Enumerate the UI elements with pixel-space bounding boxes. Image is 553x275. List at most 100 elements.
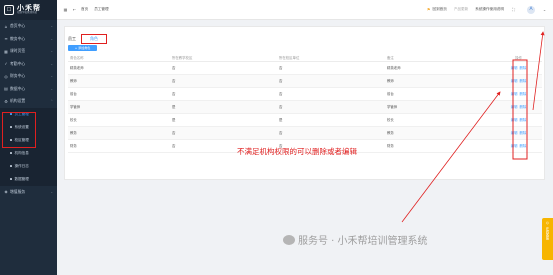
edit-link[interactable]: 编辑: [511, 79, 518, 83]
breadcrumb-current: 员工管理: [94, 7, 109, 11]
wechat-icon: [283, 234, 295, 245]
cell-remark: 财务: [385, 139, 495, 153]
sidebar-subitem-staff[interactable]: 员工管理: [0, 108, 57, 121]
sidebar-item-home[interactable]: ⌂ 首页中心 ⌄: [0, 20, 57, 33]
cell-remark: 前台: [385, 87, 495, 101]
tab-staff[interactable]: 员工: [68, 35, 76, 43]
chevron-down-icon: ⌄: [50, 74, 53, 79]
app-root: ☐ 小禾帮 培训学校管理系统 ⌂ 首页中心 ⌄ ≡ 教务中心 ⌄ ▦ 课时页签 ⌄ ✓ 考勤中…: [0, 0, 553, 275]
cell-actions: 编辑 删除: [495, 113, 542, 127]
edit-link[interactable]: 编辑: [511, 66, 518, 70]
sidebar-item-teaching[interactable]: ≡ 教务中心 ⌄: [0, 33, 57, 46]
cell-teaching-campus: 否: [170, 61, 277, 75]
cell-actions: 编辑 删除: [495, 61, 542, 75]
cell-role-name: 精英老师: [68, 61, 170, 75]
cell-teaching-campus: 是: [170, 113, 277, 127]
cell-role-name: 教师: [68, 74, 170, 88]
cell-actions: 编辑 删除: [495, 139, 542, 153]
manual-link[interactable]: 系统操作使用说明: [475, 7, 504, 12]
chevron-down-icon: ⌄: [50, 49, 53, 54]
table-header-row: 角色名称 所在教学校区 所在校区单位 备注 操作: [68, 54, 542, 62]
flag-icon: ⚑: [426, 7, 431, 12]
product-update-link[interactable]: 产品更新: [454, 7, 468, 12]
delete-link[interactable]: 删除: [520, 105, 527, 109]
delete-link[interactable]: 删除: [520, 66, 527, 70]
tab-role[interactable]: 角色: [81, 34, 107, 44]
cell-teaching-campus: 否: [170, 74, 277, 88]
fullscreen-icon[interactable]: ⛶: [511, 7, 516, 12]
role-table: 角色名称 所在教学校区 所在校区单位 备注 操作 精英老师否否精英老师 编辑 删除教…: [68, 54, 542, 153]
delete-link[interactable]: 删除: [520, 79, 527, 83]
col-role-name: 角色名称: [68, 54, 170, 62]
back-home-link[interactable]: ⚑ 回到首页: [427, 7, 447, 12]
annotation-text: 不满足机构权限的可以删除或者编辑: [237, 147, 357, 156]
edit-link[interactable]: 编辑: [511, 118, 518, 122]
sidebar: ☐ 小禾帮 培训学校管理系统 ⌂ 首页中心 ⌄ ≡ 教务中心 ⌄ ▦ 课时页签 ⌄ ✓ 考勤中…: [0, 0, 57, 275]
gift-icon: ◈: [4, 189, 8, 195]
logo-icon: ☐: [4, 5, 14, 15]
delete-link[interactable]: 删除: [520, 92, 527, 96]
sidebar-item-value-added[interactable]: ◈ 增值服务 ⌄: [0, 186, 57, 199]
cell-actions: 编辑 删除: [495, 74, 542, 88]
cell-role-name: 校长: [68, 113, 170, 127]
cell-role-name: 教务: [68, 126, 170, 140]
delete-link[interactable]: 删除: [520, 131, 527, 135]
chevron-down-icon: ⌄: [50, 36, 53, 41]
sidebar-item-org-settings[interactable]: ⚙ 机构设置 ⌃: [0, 95, 57, 108]
wallet-icon: ◎: [4, 73, 8, 79]
calendar-icon: ▦: [4, 48, 8, 54]
chevron-down-icon[interactable]: ⌄: [542, 7, 547, 12]
cell-actions: 编辑 删除: [495, 87, 542, 101]
edit-link[interactable]: 编辑: [511, 105, 518, 109]
support-icon: ☺: [545, 221, 550, 225]
sidebar-item-attendance[interactable]: ✓ 考勤中心 ⌄: [0, 58, 57, 71]
chevron-down-icon: ⌄: [50, 189, 53, 194]
sidebar-item-data[interactable]: ▤ 数据中心 ⌄: [0, 83, 57, 96]
avatar[interactable]: A: [527, 5, 535, 14]
col-teaching-campus: 所在教学校区: [170, 54, 277, 62]
grid-icon[interactable]: ▦: [63, 7, 68, 12]
cell-role-name: 前台: [68, 87, 170, 101]
delete-link[interactable]: 删除: [520, 118, 527, 122]
cell-campus-unit: 否: [277, 87, 385, 101]
table-body: 精英老师否否精英老师 编辑 删除 教师否否教师 编辑 删除 前台否否前台 编辑 删除 学管师是否学…: [68, 61, 542, 153]
tab-bar: 员工 角色: [68, 34, 107, 44]
edit-link[interactable]: 编辑: [511, 144, 518, 148]
cell-campus-unit: 否: [277, 74, 385, 88]
logo[interactable]: ☐ 小禾帮 培训学校管理系统: [0, 0, 57, 20]
watermark: 服务号 · 小禾帮培训管理系统: [283, 232, 428, 247]
sidebar-item-schedule[interactable]: ▦ 课时页签 ⌄: [0, 45, 57, 58]
sidebar-subitem-log[interactable]: 操作日志: [0, 160, 57, 173]
cell-teaching-campus: 否: [170, 87, 277, 101]
cell-campus-unit: 否: [277, 61, 385, 75]
col-campus-unit: 所在校区单位: [277, 54, 385, 62]
col-actions: 操作: [495, 54, 542, 62]
sidebar-subitem-org-info[interactable]: 机构信息: [0, 147, 57, 160]
edit-link[interactable]: 编辑: [511, 92, 518, 96]
org-settings-submenu: 员工管理 系统设置 校区管理 机构信息 操作日志 数据管理: [0, 107, 57, 186]
sidebar-menu: ⌂ 首页中心 ⌄ ≡ 教务中心 ⌄ ▦ 课时页签 ⌄ ✓ 考勤中心 ⌄ ◎ 财务中心 ⌄ ▤ 数据中心…: [0, 20, 57, 108]
table-row: 校长是是校长 编辑 删除: [68, 113, 542, 127]
sidebar-item-finance[interactable]: ◎ 财务中心 ⌄: [0, 70, 57, 83]
cell-teaching-campus: 是: [170, 100, 277, 114]
table-row: 精英老师否否精英老师 编辑 删除: [68, 61, 542, 75]
online-support-tab[interactable]: ☺ 在线客服: [542, 218, 553, 260]
cell-remark: 学管师: [385, 100, 495, 114]
cell-remark: 校长: [385, 113, 495, 127]
add-role-button[interactable]: + 添加角色: [68, 45, 97, 51]
cell-role-name: 学管师: [68, 100, 170, 114]
sidebar-subitem-data-mgmt[interactable]: 数据管理: [0, 173, 57, 186]
chart-icon: ▤: [4, 86, 8, 92]
cell-campus-unit: 是: [277, 113, 385, 127]
col-remark: 备注: [385, 54, 495, 62]
back-arrow-icon[interactable]: ←: [72, 7, 77, 12]
delete-link[interactable]: 删除: [520, 144, 527, 148]
sidebar-subitem-system[interactable]: 系统设置: [0, 121, 57, 134]
building-icon: ⚙: [4, 98, 8, 104]
sidebar-subitem-campus[interactable]: 校区管理: [0, 134, 57, 147]
cell-role-name: 财务: [68, 139, 170, 153]
breadcrumb-home[interactable]: 首页: [81, 7, 88, 12]
chevron-down-icon: ⌄: [50, 86, 53, 91]
check-icon: ✓: [4, 61, 8, 67]
edit-link[interactable]: 编辑: [511, 131, 518, 135]
